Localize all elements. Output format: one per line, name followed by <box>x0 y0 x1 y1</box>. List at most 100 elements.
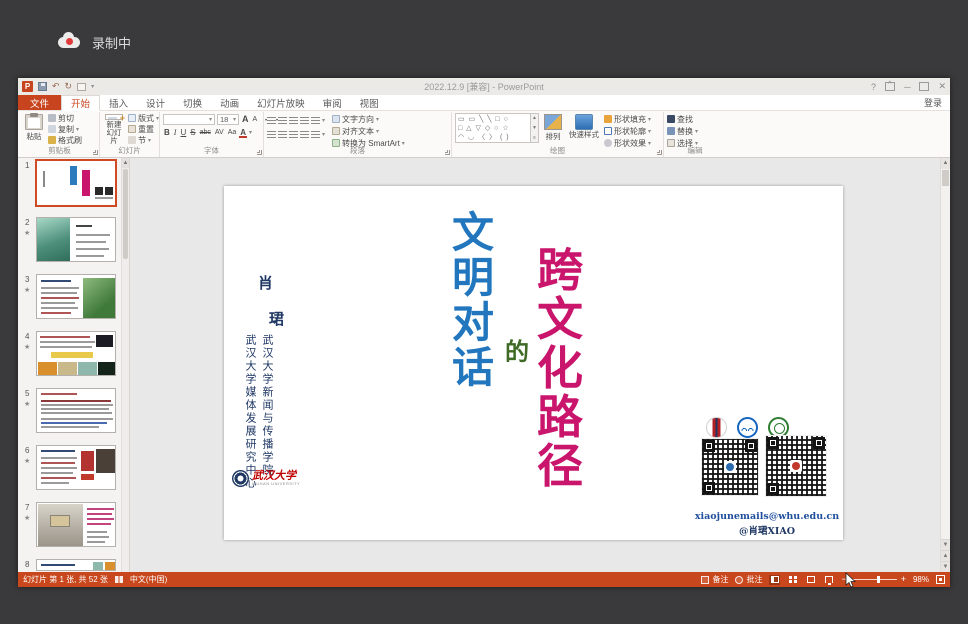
normal-view-button[interactable] <box>769 575 780 585</box>
copy-button[interactable]: 复制▾ <box>48 124 82 134</box>
arrange-button[interactable]: 排列 <box>542 113 564 146</box>
reading-view-button[interactable] <box>805 575 816 585</box>
slide-editing-surface[interactable]: 文 明 对 话 的 跨 文 化 路 径 肖 珺 武汉大学新闻与传播学院 <box>224 186 843 540</box>
grow-font-button[interactable]: A <box>241 114 250 124</box>
sign-in-link[interactable]: 登录 <box>916 95 950 110</box>
tab-slideshow[interactable]: 幻灯片放映 <box>248 95 314 110</box>
paragraph-dialog-launcher[interactable] <box>445 150 450 155</box>
slide-thumbnail-figure[interactable] <box>36 388 116 433</box>
layout-button[interactable]: 版式▾ <box>128 113 159 123</box>
thumbnail-slide-1[interactable]: 1 <box>18 158 129 215</box>
thumbnail-slide-4[interactable]: 4 ★ <box>18 329 129 386</box>
tab-home[interactable]: 开始 <box>61 95 100 111</box>
scrollbar-thumb[interactable] <box>123 169 128 259</box>
shapes-gallery[interactable]: ▭ ▭ ╲ ╲ □ ○ □ △ ▽ ◇ ○ ☆ ◠ ◡ 〈 〉 ( ) <box>455 113 531 143</box>
align-right-icon[interactable] <box>289 131 298 138</box>
section-button[interactable]: 节▾ <box>128 135 159 145</box>
align-text-button[interactable]: 对齐文本▾ <box>332 126 405 136</box>
clipboard-dialog-launcher[interactable] <box>93 150 98 155</box>
canvas-scrollbar[interactable]: ▲ ▼ ▲ ▼ <box>940 158 950 572</box>
clear-formatting-button[interactable]: abc <box>199 129 212 136</box>
help-icon[interactable]: ? <box>871 82 876 92</box>
change-case-button[interactable]: Aa <box>227 129 238 136</box>
format-painter-button[interactable]: 格式刷 <box>48 135 82 145</box>
decrease-indent-icon[interactable] <box>289 117 298 124</box>
powerpoint-logo-icon[interactable]: P <box>22 81 33 92</box>
zoom-percentage[interactable]: 98% <box>913 575 929 584</box>
tab-transitions[interactable]: 切换 <box>174 95 211 110</box>
font-color-button[interactable]: A <box>239 128 247 137</box>
thumbnail-slide-6[interactable]: 6 ★ <box>18 443 129 500</box>
redo-icon[interactable]: ↻ <box>65 82 73 91</box>
minimize-icon[interactable]: ─ <box>904 82 910 92</box>
quick-styles-button[interactable]: 快速样式 <box>567 113 601 146</box>
close-icon[interactable]: ✕ <box>938 81 946 92</box>
thumbnail-slide-5[interactable]: 5 ★ <box>18 386 129 443</box>
line-spacing-icon[interactable] <box>311 117 320 124</box>
tab-file[interactable]: 文件 <box>18 95 61 110</box>
slide-thumbnail-figure[interactable] <box>36 217 116 262</box>
tab-design[interactable]: 设计 <box>137 95 174 110</box>
font-name-combo[interactable]: ▾ <box>163 114 215 125</box>
slide-count-status[interactable]: 幻灯片 第 1 张, 共 52 张 <box>23 574 108 585</box>
shape-fill-button[interactable]: 形状填充▾ <box>604 114 651 124</box>
font-dialog-launcher[interactable] <box>257 150 262 155</box>
tab-animations[interactable]: 动画 <box>211 95 248 110</box>
increase-indent-icon[interactable] <box>300 117 309 124</box>
save-icon[interactable] <box>38 82 47 91</box>
font-size-combo[interactable]: 18▾ <box>217 114 239 125</box>
align-center-icon[interactable] <box>278 131 287 138</box>
scroll-down-icon[interactable]: ▼ <box>941 539 950 550</box>
slide-thumbnail-figure[interactable] <box>36 445 116 490</box>
paste-button[interactable]: 粘贴 <box>23 113 45 146</box>
start-slideshow-icon[interactable] <box>77 83 86 91</box>
proofing-icon[interactable] <box>115 576 123 583</box>
slide-thumbnail-figure[interactable] <box>36 274 116 319</box>
thumbnail-slide-7[interactable]: 7 ★ <box>18 500 129 557</box>
fit-slide-to-window-icon[interactable] <box>936 575 945 584</box>
bullets-icon[interactable] <box>267 117 276 124</box>
character-spacing-button[interactable]: AV <box>214 129 225 136</box>
thumbnail-slide-8[interactable]: 8 <box>18 557 129 572</box>
shapes-gallery-scrollbar[interactable]: ▲▼≡ <box>531 113 539 143</box>
slide-thumbnail-figure[interactable] <box>35 159 117 207</box>
tab-insert[interactable]: 插入 <box>100 95 137 110</box>
restore-icon[interactable] <box>919 82 929 91</box>
cut-button[interactable]: 剪切 <box>48 113 82 123</box>
zoom-in-button[interactable]: + <box>901 575 906 584</box>
find-button[interactable]: 查找 <box>667 114 698 124</box>
scroll-up-icon[interactable]: ▲ <box>122 158 129 168</box>
zoom-slider-thumb[interactable] <box>877 576 880 583</box>
justify-icon[interactable] <box>300 131 309 138</box>
slide-thumbnail-figure[interactable] <box>36 502 116 547</box>
ribbon-options-icon[interactable] <box>885 82 895 91</box>
language-status[interactable]: 中文(中国) <box>130 574 167 585</box>
columns-icon[interactable] <box>311 131 320 138</box>
next-slide-button[interactable]: ▼ <box>941 561 950 572</box>
shrink-font-button[interactable]: A <box>252 116 259 123</box>
underline-button[interactable]: U <box>179 128 187 137</box>
customize-qat-chevron-icon[interactable]: ▾ <box>91 83 94 90</box>
comments-toggle[interactable]: 批注 <box>735 574 762 585</box>
bold-button[interactable]: B <box>163 128 171 137</box>
zoom-slider[interactable] <box>851 579 897 580</box>
previous-slide-button[interactable]: ▲ <box>941 550 950 561</box>
slide-thumbnail-figure[interactable] <box>36 559 116 571</box>
text-direction-button[interactable]: 文字方向▾ <box>332 114 405 124</box>
strikethrough-button[interactable]: S <box>189 128 196 137</box>
tab-view[interactable]: 视图 <box>351 95 388 110</box>
thumbnail-scrollbar[interactable]: ▲ <box>121 158 129 572</box>
slideshow-view-button[interactable] <box>823 575 834 585</box>
reset-button[interactable]: 重置 <box>128 124 159 134</box>
scroll-up-icon[interactable]: ▲ <box>941 158 950 169</box>
drawing-dialog-launcher[interactable] <box>657 150 662 155</box>
align-left-icon[interactable] <box>267 131 276 138</box>
italic-button[interactable]: I <box>173 128 178 137</box>
shape-outline-button[interactable]: 形状轮廓▾ <box>604 126 651 136</box>
notes-toggle[interactable]: 备注 <box>701 574 728 585</box>
undo-icon[interactable]: ↶ <box>52 82 60 91</box>
numbering-icon[interactable] <box>278 117 287 124</box>
tab-review[interactable]: 审阅 <box>314 95 351 110</box>
scrollbar-thumb[interactable] <box>942 170 949 186</box>
slide-thumbnail-figure[interactable] <box>36 331 116 376</box>
